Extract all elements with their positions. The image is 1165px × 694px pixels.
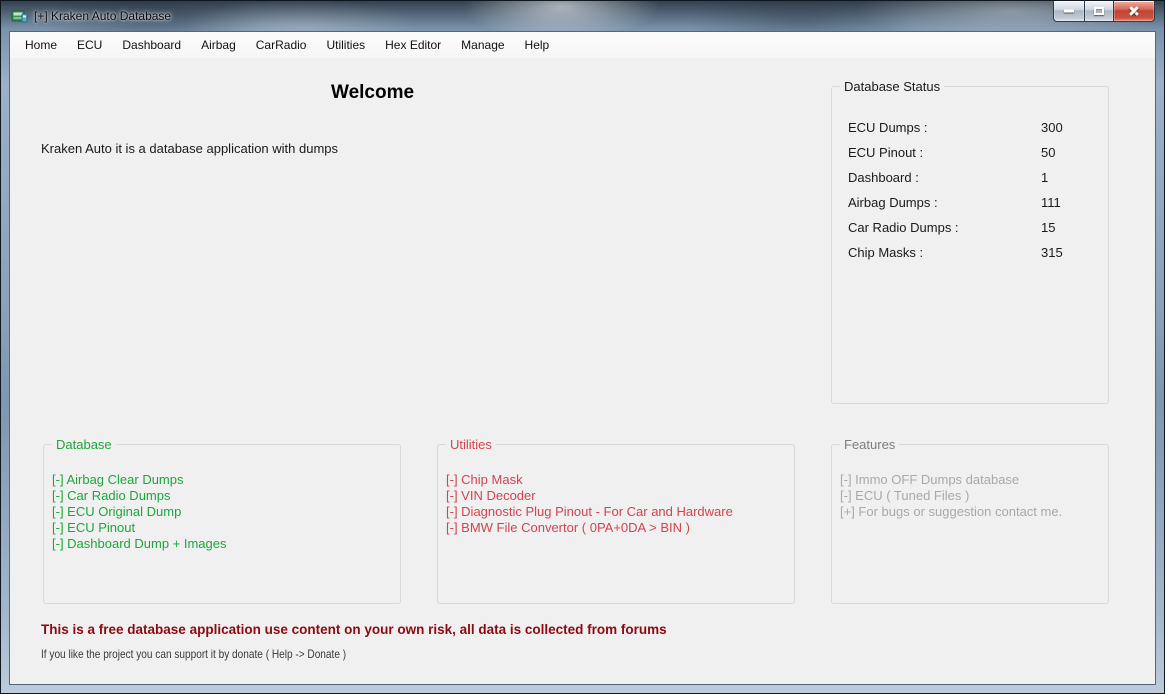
menubar: Home ECU Dashboard Airbag CarRadio Utili…: [10, 32, 1155, 58]
menu-airbag[interactable]: Airbag: [191, 34, 246, 56]
features-groupbox: Features [-] Immo OFF Dumps database [-]…: [831, 444, 1109, 604]
database-item-ecu-original-dump[interactable]: [-] ECU Original Dump: [52, 504, 396, 520]
stat-value: 315: [1041, 245, 1063, 260]
database-item-dashboard-dump-images[interactable]: [-] Dashboard Dump + Images: [52, 536, 396, 552]
stat-row-chip-masks: Chip Masks : 315: [848, 245, 1100, 260]
titlebar[interactable]: [+] Kraken Auto Database: [1, 1, 1164, 31]
minimize-icon: [1064, 10, 1074, 13]
close-icon: [1128, 5, 1141, 18]
stat-row-ecu-pinout: ECU Pinout : 50: [848, 145, 1100, 160]
stat-value: 111: [1041, 195, 1061, 210]
menu-utilities[interactable]: Utilities: [316, 34, 375, 56]
close-button[interactable]: [1114, 1, 1155, 22]
stat-row-carradio-dumps: Car Radio Dumps : 15: [848, 220, 1100, 235]
features-item-contact: [+] For bugs or suggestion contact me.: [840, 504, 1104, 520]
stat-row-dashboard: Dashboard : 1: [848, 170, 1100, 185]
database-list: [-] Airbag Clear Dumps [-] Car Radio Dum…: [52, 472, 396, 552]
stat-label: Airbag Dumps :: [848, 195, 938, 210]
window-body: Home ECU Dashboard Airbag CarRadio Utili…: [9, 31, 1156, 685]
database-groupbox-title: Database: [52, 437, 116, 452]
database-groupbox: Database [-] Airbag Clear Dumps [-] Car …: [43, 444, 401, 604]
menu-home[interactable]: Home: [15, 34, 67, 56]
minimize-button[interactable]: [1053, 1, 1084, 22]
features-item-immo-off: [-] Immo OFF Dumps database: [840, 472, 1104, 488]
stat-row-ecu-dumps: ECU Dumps : 300: [848, 120, 1100, 135]
intro-text: Kraken Auto it is a database application…: [41, 141, 338, 156]
utilities-groupbox-title: Utilities: [446, 437, 496, 452]
app-icon: [11, 8, 28, 24]
database-status-groupbox: Database Status ECU Dumps : 300 ECU Pino…: [831, 86, 1109, 404]
utilities-item-diagnostic-plug-pinout[interactable]: [-] Diagnostic Plug Pinout - For Car and…: [446, 504, 790, 520]
stat-value: 50: [1041, 145, 1055, 160]
stat-label: Dashboard :: [848, 170, 919, 185]
features-item-ecu-tuned-files: [-] ECU ( Tuned Files ): [840, 488, 1104, 504]
app-window: [+] Kraken Auto Database Home ECU Dashbo…: [0, 0, 1165, 694]
database-item-car-radio-dumps[interactable]: [-] Car Radio Dumps: [52, 488, 396, 504]
menu-carradio[interactable]: CarRadio: [246, 34, 317, 56]
utilities-list: [-] Chip Mask [-] VIN Decoder [-] Diagno…: [446, 472, 790, 536]
database-item-ecu-pinout[interactable]: [-] ECU Pinout: [52, 520, 396, 536]
stat-label: ECU Pinout :: [848, 145, 923, 160]
disclaimer-text: This is a free database application use …: [41, 622, 667, 637]
menu-manage[interactable]: Manage: [451, 34, 514, 56]
menu-help[interactable]: Help: [515, 34, 560, 56]
features-list: [-] Immo OFF Dumps database [-] ECU ( Tu…: [840, 472, 1104, 520]
utilities-item-chip-mask[interactable]: [-] Chip Mask: [446, 472, 790, 488]
stat-label: Chip Masks :: [848, 245, 923, 260]
database-item-airbag-clear-dumps[interactable]: [-] Airbag Clear Dumps: [52, 472, 396, 488]
menu-dashboard[interactable]: Dashboard: [112, 34, 191, 56]
features-groupbox-title: Features: [840, 437, 899, 452]
client-area: Welcome Kraken Auto it is a database app…: [10, 58, 1155, 684]
stat-value: 300: [1041, 120, 1063, 135]
utilities-item-bmw-file-convertor[interactable]: [-] BMW File Convertor ( 0PA+0DA > BIN ): [446, 520, 790, 536]
maximize-icon: [1094, 7, 1104, 15]
menu-hex-editor[interactable]: Hex Editor: [375, 34, 451, 56]
stat-value: 1: [1041, 170, 1048, 185]
utilities-groupbox: Utilities [-] Chip Mask [-] VIN Decoder …: [437, 444, 795, 604]
stat-label: Car Radio Dumps :: [848, 220, 959, 235]
stat-row-airbag-dumps: Airbag Dumps : 111: [848, 195, 1100, 210]
maximize-button[interactable]: [1084, 1, 1114, 22]
utilities-item-vin-decoder[interactable]: [-] VIN Decoder: [446, 488, 790, 504]
window-title: [+] Kraken Auto Database: [34, 9, 171, 23]
menu-ecu[interactable]: ECU: [67, 34, 112, 56]
stat-label: ECU Dumps :: [848, 120, 927, 135]
donate-note: If you like the project you can support …: [41, 647, 346, 661]
database-status-title: Database Status: [840, 79, 944, 94]
welcome-heading: Welcome: [331, 82, 414, 104]
window-controls: [1053, 1, 1155, 22]
stat-value: 15: [1041, 220, 1055, 235]
